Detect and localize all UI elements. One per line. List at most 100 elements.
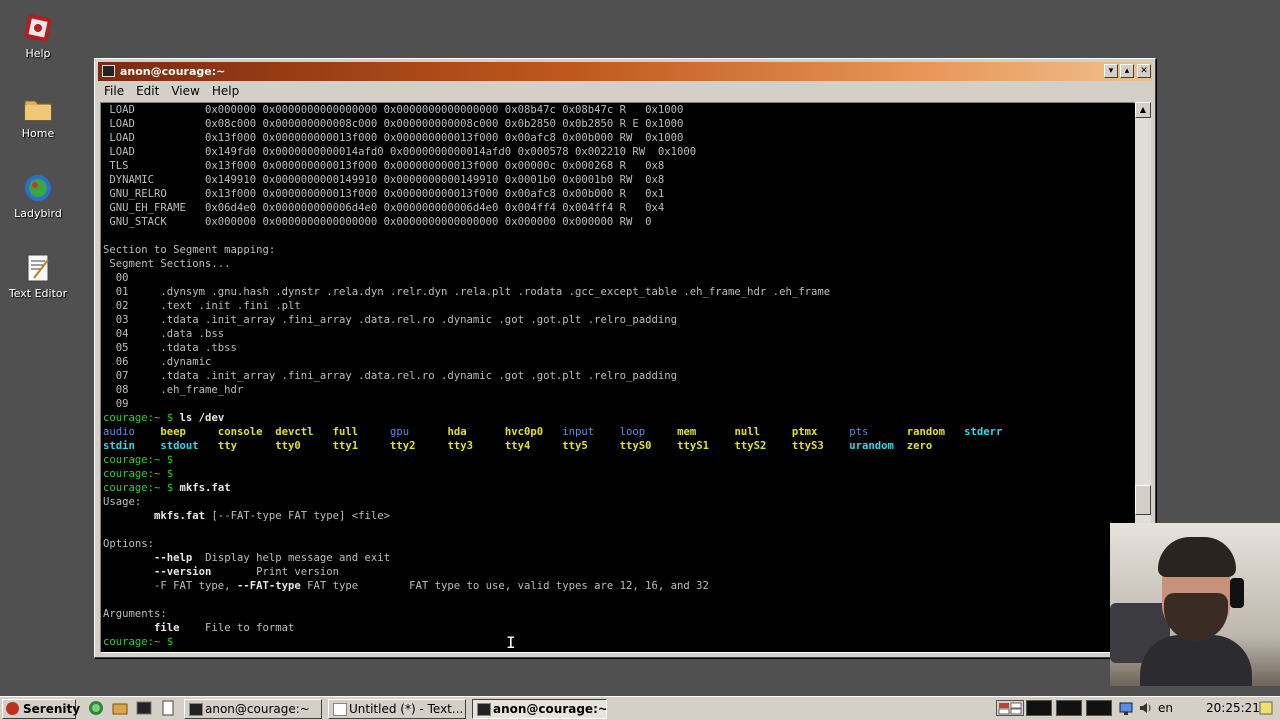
mapping-header: Section to Segment mapping: — [103, 243, 1022, 257]
argument-file: file File to format — [103, 621, 1022, 635]
device-entry: null — [734, 426, 792, 438]
segment-row: GNU_EH_FRAME 0x06d4e0 0x000000000006d4e0… — [103, 201, 1022, 215]
segment-row: LOAD 0x149fd0 0x0000000000014afd0 0x0000… — [103, 145, 1022, 159]
volume-icon[interactable] — [1138, 700, 1154, 716]
segment-row: LOAD 0x000000 0x0000000000000000 0x00000… — [103, 103, 1022, 117]
task-label: anon@courage:~ — [493, 702, 607, 716]
segment-text: LOAD 0x000000 0x0000000000000000 0x00000… — [103, 104, 684, 116]
options-label: Options: — [103, 537, 1022, 551]
option-flag: -F FAT type, — [103, 580, 237, 592]
mapping-row: 06 .dynamic — [103, 355, 1022, 369]
desktop-icon-help[interactable]: Help — [0, 12, 76, 60]
device-entry: pts — [849, 426, 907, 438]
minimize-button[interactable]: ▾ — [1104, 64, 1118, 78]
terminal-quicklaunch-icon[interactable] — [136, 700, 152, 716]
command-line: courage:~ $ — [103, 635, 1022, 649]
device-entry: ttyS3 — [791, 440, 850, 452]
mapping-row: 03 .tdata .init_array .fini_array .data.… — [103, 313, 1022, 327]
device-entry: audio — [103, 426, 161, 438]
desktop-icon-text-editor[interactable]: Text Editor — [0, 252, 76, 300]
file-manager-quicklaunch-icon[interactable] — [112, 700, 128, 716]
desktop-icon-label: Text Editor — [8, 287, 68, 300]
device-entry: ttyS0 — [619, 440, 678, 452]
folder-icon — [22, 92, 54, 124]
desktop-icon-home[interactable]: Home — [0, 92, 76, 140]
menu-edit[interactable]: Edit — [130, 82, 165, 100]
mapping-row: 01 .dynsym .gnu.hash .dynstr .rela.dyn .… — [103, 285, 1022, 299]
command-text: mkfs.fat — [173, 482, 231, 494]
menu-file[interactable]: File — [98, 82, 130, 100]
option-desc: Display help message and exit — [192, 552, 391, 564]
ladybird-icon — [22, 172, 54, 204]
mapping-text: 04 .data .bss — [103, 328, 225, 340]
segment-row: TLS 0x13f000 0x000000000013f000 0x000000… — [103, 159, 1022, 173]
arguments-label-text: Arguments: — [103, 608, 167, 620]
close-button[interactable]: ✕ — [1137, 64, 1151, 78]
window-titlebar[interactable]: anon@courage:~ ▾ ▴ ✕ — [98, 62, 1152, 81]
device-entry: tty — [217, 440, 276, 452]
device-entry: tty3 — [447, 440, 505, 452]
argument-desc: File to format — [179, 622, 295, 634]
desktop-icon-label: Ladybird — [14, 207, 62, 220]
mapping-row: 09 — [103, 397, 1022, 411]
mapping-text: 08 .eh_frame_hdr — [103, 384, 244, 396]
terminal-output[interactable]: LOAD 0x000000 0x0000000000000000 0x00000… — [100, 102, 1138, 653]
text-editor-quicklaunch-icon[interactable] — [160, 700, 176, 716]
cpu-graph-icon[interactable] — [1026, 700, 1052, 716]
menu-help[interactable]: Help — [206, 82, 245, 100]
segment-row: DYNAMIC 0x149910 0x0000000000149910 0x00… — [103, 173, 1022, 187]
mapping-row: 05 .tdata .tbss — [103, 341, 1022, 355]
memory-graph-icon[interactable] — [1056, 700, 1082, 716]
command-line: courage:~ $ ls /dev — [103, 411, 1022, 425]
argument-name: file — [154, 622, 180, 634]
segment-text: LOAD 0x149fd0 0x0000000000014afd0 0x0000… — [103, 146, 697, 158]
task-text-editor[interactable]: Untitled (*) - Text... — [328, 699, 466, 719]
device-entry: full — [332, 426, 391, 438]
browser-quicklaunch-icon[interactable] — [88, 700, 104, 716]
task-label: Untitled (*) - Text... — [349, 702, 464, 716]
device-entry: stderr — [964, 426, 1022, 438]
network-icon[interactable] — [1118, 700, 1134, 716]
scroll-up-button[interactable]: ▲ — [1135, 102, 1151, 118]
scroll-thumb[interactable] — [1135, 485, 1151, 515]
device-entry: tty4 — [504, 440, 563, 452]
device-entry: zero — [906, 440, 965, 452]
menu-view[interactable]: View — [165, 82, 205, 100]
usage-args: [--FAT-type FAT type] <file> — [205, 510, 391, 522]
device-entry: random — [906, 426, 965, 438]
device-entry: tty2 — [390, 440, 448, 452]
shell-prompt: courage:~ $ — [103, 636, 174, 648]
options-label-text: Options: — [103, 538, 155, 550]
segment-text: GNU_EH_FRAME 0x06d4e0 0x000000000006d4e0… — [103, 202, 665, 214]
device-entry: loop — [619, 426, 678, 438]
task-terminal-1[interactable]: anon@courage:~ — [184, 699, 322, 719]
task-terminal-2[interactable]: anon@courage:~ — [472, 699, 607, 719]
device-entry: tty0 — [275, 440, 333, 452]
usage-line: mkfs.fat [--FAT-type FAT type] <file> — [103, 509, 1022, 523]
device-entry: devctl — [275, 426, 333, 438]
mapping-text: 00 — [103, 272, 129, 284]
clock[interactable]: 20:25:21 — [1206, 697, 1260, 719]
option-flag: --version — [154, 566, 212, 578]
terminal-icon — [477, 703, 491, 716]
segment-text: LOAD 0x08c000 0x000000000008c000 0x00000… — [103, 118, 684, 130]
network-graph-icon[interactable] — [1086, 700, 1112, 716]
maximize-button[interactable]: ▴ — [1120, 64, 1134, 78]
notes-icon[interactable] — [1258, 700, 1274, 716]
mapping-text: 03 .tdata .init_array .fini_array .data.… — [103, 314, 678, 326]
desktop-switcher-icon[interactable] — [996, 700, 1024, 716]
ls-output-row: audio beep console devctl full gpu hda h… — [103, 425, 1022, 439]
device-entry: stdin — [103, 440, 161, 452]
shell-prompt: courage:~ $ — [103, 482, 174, 494]
option-desc: FAT type FAT type to use, valid types ar… — [300, 580, 709, 592]
mapping-text: 06 .dynamic — [103, 356, 212, 368]
mapping-text: 05 .tdata .tbss — [103, 342, 237, 354]
start-button[interactable]: Serenity — [2, 699, 80, 719]
ls-output-row: stdin stdout tty tty0 tty1 tty2 tty3 tty… — [103, 439, 1022, 453]
desktop-icon-ladybird[interactable]: Ladybird — [0, 172, 76, 220]
keyboard-layout[interactable]: en — [1158, 697, 1173, 719]
mapping-subheader-text: Segment Sections... — [103, 258, 231, 270]
